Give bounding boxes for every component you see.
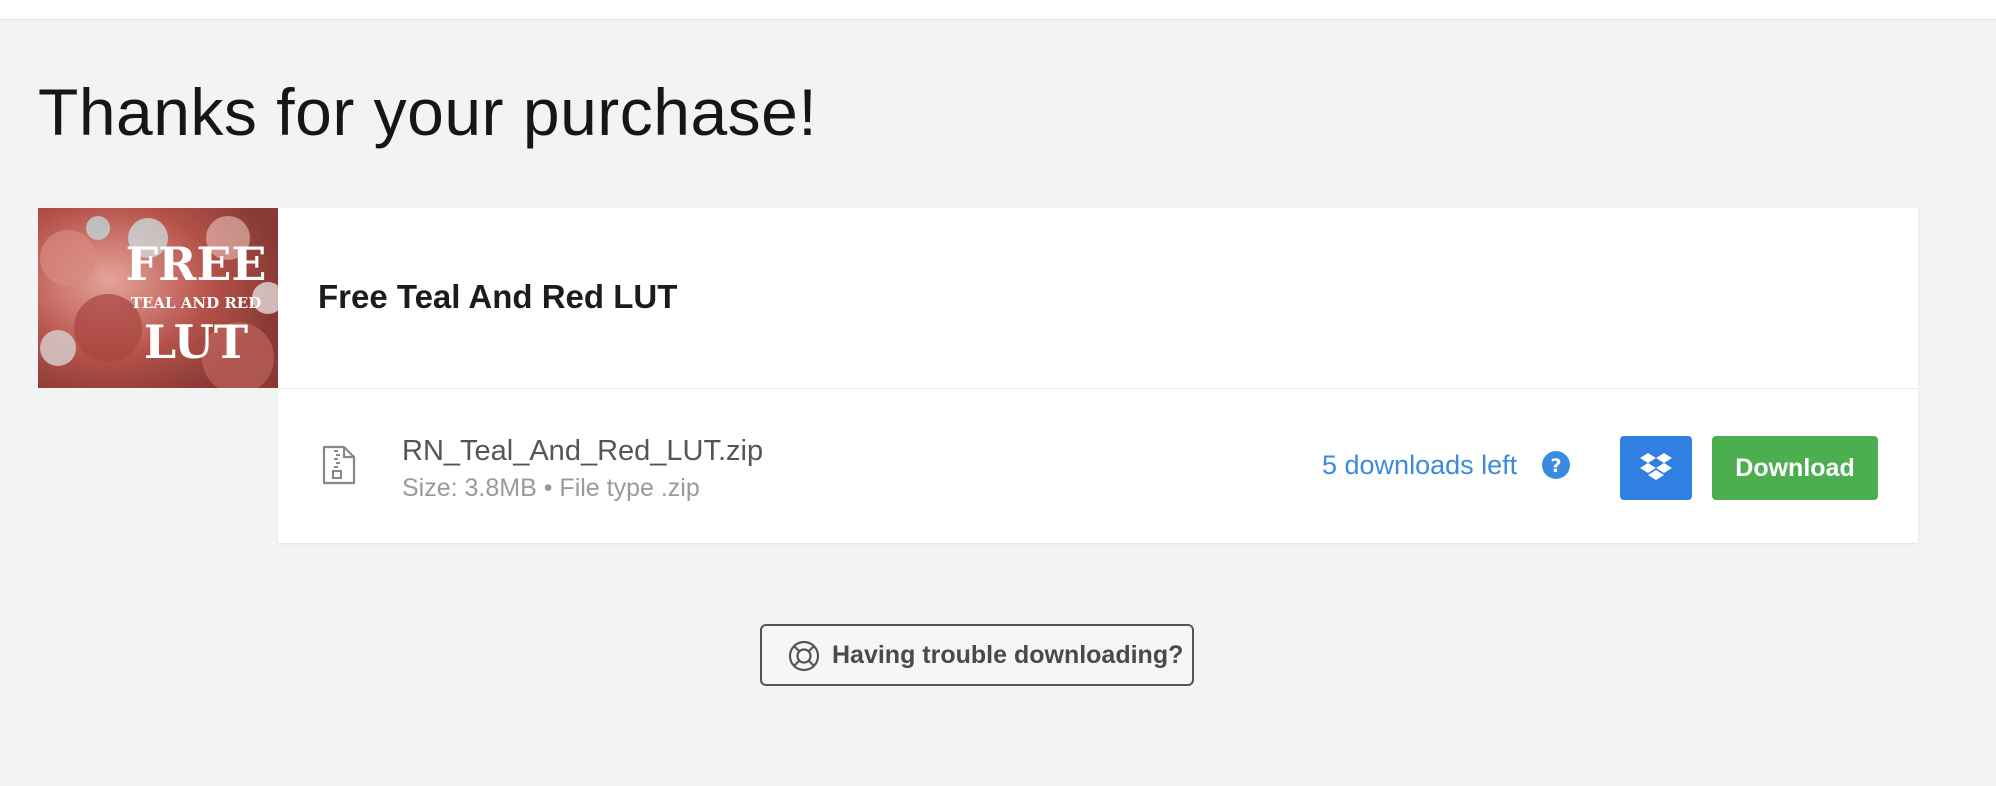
zip-file-icon [322,445,356,485]
product-header: Free Teal And Red LUT [278,208,1918,389]
file-meta: Size: 3.8MB • File type .zip [402,474,700,502]
trouble-downloading-button[interactable]: Having trouble downloading? [760,624,1194,686]
product-thumbnail: FREE TEAL AND RED LUT [38,208,278,388]
downloads-left-link[interactable]: 5 downloads left [1322,447,1517,483]
download-button[interactable]: Download [1712,436,1878,500]
lifebuoy-icon [788,640,820,672]
trouble-downloading-label: Having trouble downloading? [832,641,1184,669]
product-name: Free Teal And Red LUT [318,278,678,315]
purchase-card: Free Teal And Red LUT RN_Teal_And_Red_LU… [278,208,1918,543]
thumbnail-text-subtitle: TEAL AND RED [131,294,262,312]
top-bar [0,0,1996,20]
product-thumbnail-art: FREE TEAL AND RED LUT [38,208,278,388]
file-row: RN_Teal_And_Red_LUT.zip Size: 3.8MB • Fi… [278,389,1918,543]
thumbnail-text-free: FREE [125,237,266,291]
svg-text:?: ? [1550,455,1561,477]
thumbnail-text-lut: LUT [144,315,248,369]
question-circle-icon[interactable]: ? [1542,451,1570,479]
save-to-dropbox-button[interactable] [1620,436,1692,500]
page-title: Thanks for your purchase! [38,75,818,149]
file-name: RN_Teal_And_Red_LUT.zip [402,435,764,467]
dropbox-icon [1640,453,1672,480]
